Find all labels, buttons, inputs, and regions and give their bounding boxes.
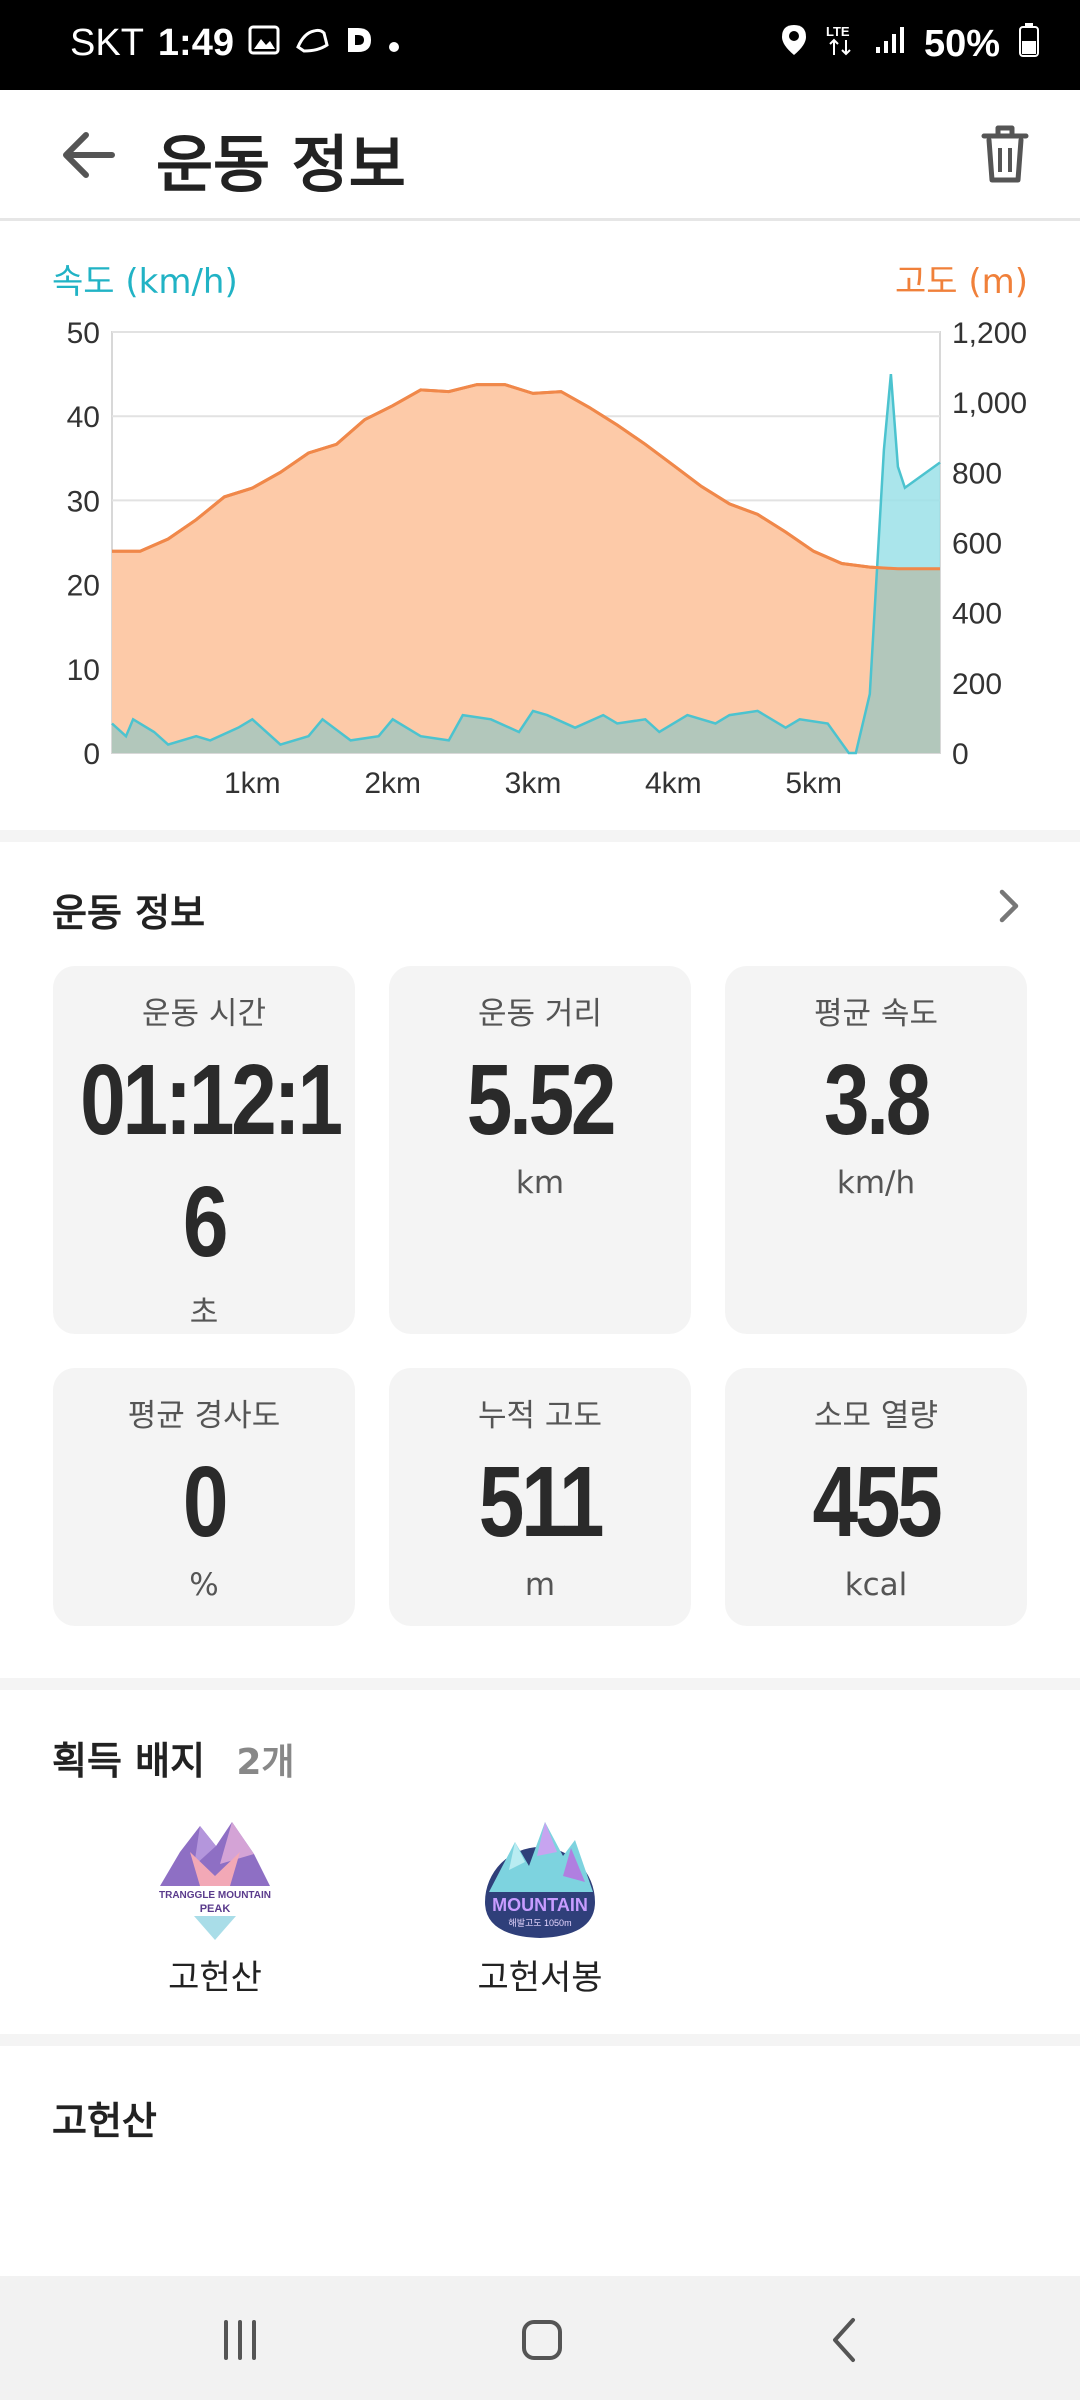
mountain-title: 고헌산 xyxy=(52,2099,157,2143)
stat-value: 0 xyxy=(182,1446,229,1558)
running-shoe-icon xyxy=(294,25,330,63)
stat-value: 3.8 xyxy=(823,1044,931,1156)
right-tick-label: 200 xyxy=(952,668,1002,701)
stat-label: 평균 경사도 xyxy=(127,1398,281,1434)
section-divider xyxy=(0,830,1080,842)
left-tick-label: 20 xyxy=(67,570,100,603)
stat-card-distance: 운동 거리 5.52 km xyxy=(389,966,691,1334)
battery-icon xyxy=(1018,22,1040,66)
status-left: SKT 1:49 xyxy=(70,22,400,65)
app-bar: 운동 정보 xyxy=(0,90,1080,221)
stat-label: 운동 시간 xyxy=(142,996,266,1032)
badge-name: 고헌서봉 xyxy=(477,1958,603,1998)
stat-unit: m xyxy=(524,1567,556,1603)
left-tick-label: 50 xyxy=(67,317,100,350)
recent-apps-button[interactable] xyxy=(210,2310,270,2370)
workout-section-title: 운동 정보 xyxy=(52,891,206,935)
right-tick-label: 1,000 xyxy=(952,387,1027,420)
right-tick-label: 1,200 xyxy=(952,317,1027,350)
lte-icon: LTE xyxy=(826,22,856,66)
stat-value-wrap: 6 xyxy=(182,1166,229,1278)
dot-icon xyxy=(388,27,400,61)
stat-label: 누적 고도 xyxy=(478,1398,602,1434)
battery-percent: 50% xyxy=(923,22,1000,65)
status-right: LTE 50% xyxy=(780,22,1040,66)
section-divider xyxy=(0,1678,1080,1690)
badge-item[interactable]: TRANGGLE MOUNTAIN PEAK 고헌산 xyxy=(105,1812,325,1999)
section-divider xyxy=(0,2034,1080,2046)
left-tick-label: 40 xyxy=(67,401,100,434)
stat-label: 운동 거리 xyxy=(478,996,602,1032)
signal-icon xyxy=(874,25,906,63)
stat-card-duration: 운동 시간 01:12:1 6 초 xyxy=(53,966,355,1334)
mountain-badge-icon: MOUNTAIN 해발고도 1050m xyxy=(485,1822,595,1938)
stat-value: 01:12:1 xyxy=(80,1044,343,1156)
x-tick-label: 5km xyxy=(785,767,842,800)
x-tick-label: 2km xyxy=(364,767,421,800)
chevron-right-icon xyxy=(999,889,1019,923)
carrier-label: SKT xyxy=(70,22,144,64)
recent-apps-icon xyxy=(224,2320,256,2360)
left-tick-label: 30 xyxy=(67,485,100,518)
svg-text:TRANGGLE MOUNTAIN: TRANGGLE MOUNTAIN xyxy=(159,1890,271,1901)
left-tick-label: 10 xyxy=(67,654,100,687)
delete-button[interactable] xyxy=(970,118,1040,190)
right-tick-label: 800 xyxy=(952,457,1002,490)
svg-text:MOUNTAIN: MOUNTAIN xyxy=(492,1895,588,1915)
right-tick-label: 400 xyxy=(952,598,1002,631)
d-app-icon xyxy=(344,25,374,63)
mountain-peak-badge-icon: TRANGGLE MOUNTAIN PEAK xyxy=(156,1822,274,1940)
stat-value: 511 xyxy=(478,1446,605,1558)
left-tick-label: 0 xyxy=(83,738,100,771)
stat-unit: kcal xyxy=(844,1567,908,1603)
trash-icon xyxy=(981,125,1029,183)
workout-detail-button[interactable] xyxy=(988,886,1028,926)
arrow-left-icon xyxy=(63,132,115,178)
x-tick-label: 3km xyxy=(505,767,562,800)
system-back-button[interactable] xyxy=(815,2310,875,2370)
badges-count: 2개 xyxy=(236,1742,295,1783)
badges-section-title: 획득 배지 2개 xyxy=(52,1730,294,1785)
stat-label: 평균 속도 xyxy=(814,996,938,1032)
stat-unit: km xyxy=(515,1165,565,1201)
svg-text:LTE: LTE xyxy=(826,24,850,39)
stat-card-avg-slope: 평균 경사도 0 % xyxy=(53,1368,355,1626)
stat-card-calories: 소모 열량 455 kcal xyxy=(725,1368,1027,1626)
back-icon xyxy=(833,2318,855,2362)
stat-unit: 초 xyxy=(189,1295,219,1331)
stat-card-avg-speed: 평균 속도 3.8 km/h xyxy=(725,966,1027,1334)
page-title: 운동 정보 xyxy=(156,128,406,201)
back-button[interactable] xyxy=(52,120,132,190)
location-icon xyxy=(780,23,808,65)
right-tick-label: 0 xyxy=(952,738,969,771)
x-tick-label: 4km xyxy=(645,767,702,800)
clock: 1:49 xyxy=(157,22,234,64)
badge-item[interactable]: MOUNTAIN 해발고도 1050m 고헌서봉 xyxy=(430,1812,650,1999)
speed-altitude-chart: 0 10 20 30 40 50 0 200 400 600 800 1,000 1,200 1km 2km… xyxy=(67,317,1027,800)
right-tick-label: 600 xyxy=(952,528,1002,561)
stat-value: 5.52 xyxy=(466,1044,617,1156)
svg-text:PEAK: PEAK xyxy=(200,1903,231,1915)
system-nav-bar xyxy=(0,2276,1080,2400)
home-button[interactable] xyxy=(512,2310,572,2370)
stat-value: 455 xyxy=(812,1446,943,1558)
badges-title-text: 획득 배지 xyxy=(52,1739,206,1783)
chart-area: 속도 (km/h) 고도 (m) 0 10 20 30 40 50 0 200 400 600 80… xyxy=(0,218,1080,830)
stat-label: 소모 열량 xyxy=(814,1398,938,1434)
image-icon xyxy=(248,25,280,63)
home-icon xyxy=(522,2320,562,2360)
x-tick-label: 1km xyxy=(224,767,281,800)
svg-text:해발고도 1050m: 해발고도 1050m xyxy=(508,1918,571,1928)
status-bar: SKT 1:49 LTE 50% xyxy=(0,0,1080,90)
stat-unit: % xyxy=(189,1567,219,1603)
stat-unit: km/h xyxy=(836,1165,916,1201)
badge-name: 고헌산 xyxy=(168,1958,262,1998)
stat-card-elevation-gain: 누적 고도 511 m xyxy=(389,1368,691,1626)
